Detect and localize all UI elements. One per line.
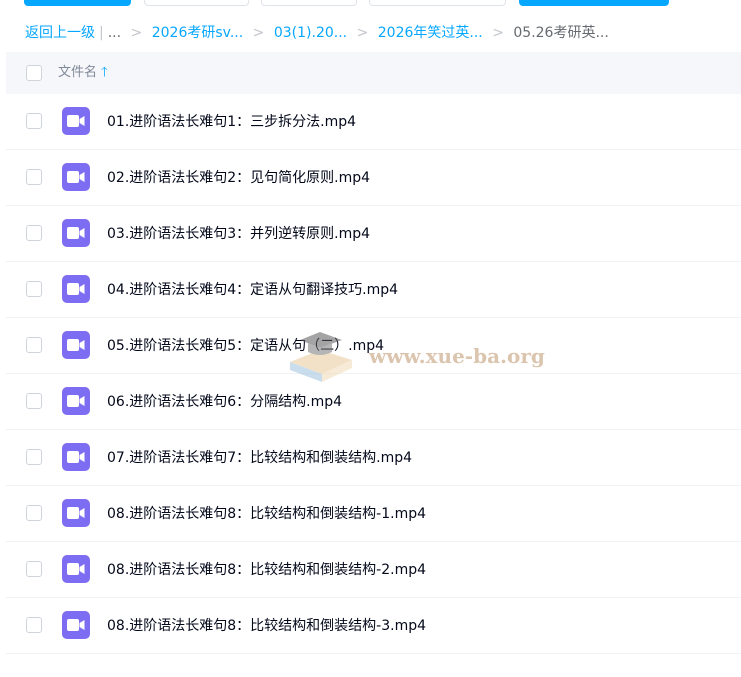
file-row[interactable]: 06.进阶语法长难句6：分隔结构.mp4 xyxy=(6,374,741,430)
toolbar-button-primary[interactable] xyxy=(24,0,131,6)
toolbar-button-2[interactable] xyxy=(144,0,249,6)
arrow-up-icon[interactable]: 🡑 xyxy=(101,65,108,80)
file-name[interactable]: 03.进阶语法长难句3：并列逆转原则.mp4 xyxy=(107,206,370,262)
toolbar xyxy=(0,0,741,8)
video-file-icon xyxy=(62,107,90,135)
video-file-icon xyxy=(62,163,90,191)
file-row[interactable]: 01.进阶语法长难句1：三步拆分法.mp4 xyxy=(6,94,741,150)
toolbar-button-3[interactable] xyxy=(261,0,357,6)
back-link[interactable]: 返回上一级 xyxy=(25,25,95,41)
video-file-icon xyxy=(62,443,90,471)
file-name[interactable]: 07.进阶语法长难句7：比较结构和倒装结构.mp4 xyxy=(107,430,412,486)
file-row[interactable]: 02.进阶语法长难句2：见句简化原则.mp4 xyxy=(6,150,741,206)
breadcrumb-ellipsis[interactable]: ... xyxy=(108,25,121,41)
file-row[interactable]: 08.进阶语法长难句8：比较结构和倒装结构-3.mp4 xyxy=(6,598,741,654)
row-checkbox[interactable] xyxy=(26,505,42,521)
video-file-icon xyxy=(62,611,90,639)
breadcrumb-item[interactable]: 03(1).20... xyxy=(274,25,347,41)
file-name[interactable]: 02.进阶语法长难句2：见句简化原则.mp4 xyxy=(107,150,370,206)
file-name[interactable]: 05.进阶语法长难句5：定语从句（二）.mp4 xyxy=(107,318,384,374)
breadcrumb-item[interactable]: 2026考研sv... xyxy=(152,25,243,41)
video-file-icon xyxy=(62,387,90,415)
breadcrumb: 返回上一级 |... > 2026考研sv... > 03(1).20... > … xyxy=(25,22,609,44)
file-name[interactable]: 06.进阶语法长难句6：分隔结构.mp4 xyxy=(107,374,342,430)
file-row[interactable]: 08.进阶语法长难句8：比较结构和倒装结构-1.mp4 xyxy=(6,486,741,542)
breadcrumb-divider: | xyxy=(99,25,104,41)
column-header-filename[interactable]: 文件名 🡑 xyxy=(58,52,108,94)
file-row[interactable]: 05.进阶语法长难句5：定语从句（二）.mp4 xyxy=(6,318,741,374)
file-row[interactable]: 04.进阶语法长难句4：定语从句翻译技巧.mp4 xyxy=(6,262,741,318)
row-checkbox[interactable] xyxy=(26,393,42,409)
breadcrumb-item[interactable]: 2026年笑过英... xyxy=(378,25,483,41)
row-checkbox[interactable] xyxy=(26,169,42,185)
video-file-icon xyxy=(62,555,90,583)
file-name[interactable]: 08.进阶语法长难句8：比较结构和倒装结构-1.mp4 xyxy=(107,486,426,542)
breadcrumb-separator: > xyxy=(492,25,504,41)
breadcrumb-separator: > xyxy=(252,25,265,41)
video-file-icon xyxy=(62,499,90,527)
breadcrumb-separator: > xyxy=(130,25,143,41)
video-file-icon xyxy=(62,219,90,247)
breadcrumb-separator: > xyxy=(356,25,369,41)
file-row[interactable]: 08.进阶语法长难句8：比较结构和倒装结构-2.mp4 xyxy=(6,542,741,598)
breadcrumb-current: 05.26考研英... xyxy=(513,25,609,41)
file-list-header: 文件名 🡑 xyxy=(6,52,741,94)
file-name[interactable]: 04.进阶语法长难句4：定语从句翻译技巧.mp4 xyxy=(107,262,398,318)
video-file-icon xyxy=(62,275,90,303)
video-file-icon xyxy=(62,331,90,359)
row-checkbox[interactable] xyxy=(26,225,42,241)
row-checkbox[interactable] xyxy=(26,617,42,633)
row-checkbox[interactable] xyxy=(26,449,42,465)
file-name[interactable]: 08.进阶语法长难句8：比较结构和倒装结构-3.mp4 xyxy=(107,598,426,654)
row-checkbox[interactable] xyxy=(26,337,42,353)
toolbar-button-4[interactable] xyxy=(369,0,506,6)
file-name[interactable]: 01.进阶语法长难句1：三步拆分法.mp4 xyxy=(107,94,356,150)
toolbar-button-upload[interactable] xyxy=(519,0,669,6)
file-name[interactable]: 08.进阶语法长难句8：比较结构和倒装结构-2.mp4 xyxy=(107,542,426,598)
column-header-label: 文件名 xyxy=(58,65,98,80)
row-checkbox[interactable] xyxy=(26,281,42,297)
file-row[interactable]: 03.进阶语法长难句3：并列逆转原则.mp4 xyxy=(6,206,741,262)
file-list: 01.进阶语法长难句1：三步拆分法.mp4 02.进阶语法长难句2：见句简化原则… xyxy=(6,94,741,654)
row-checkbox[interactable] xyxy=(26,113,42,129)
row-checkbox[interactable] xyxy=(26,561,42,577)
file-row[interactable]: 07.进阶语法长难句7：比较结构和倒装结构.mp4 xyxy=(6,430,741,486)
select-all-checkbox[interactable] xyxy=(26,65,42,81)
